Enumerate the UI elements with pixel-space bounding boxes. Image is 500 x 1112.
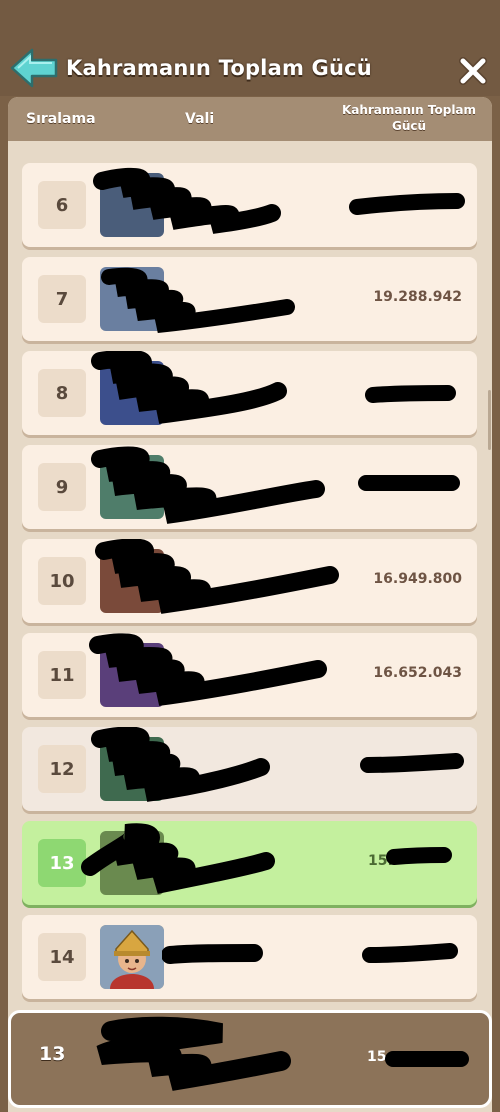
avatar bbox=[100, 267, 164, 331]
ranking-row-self[interactable]: 13 15. bbox=[22, 821, 477, 905]
avatar bbox=[100, 173, 164, 237]
scrollbar[interactable] bbox=[488, 390, 491, 450]
header-bar bbox=[0, 0, 500, 96]
avatar bbox=[100, 361, 164, 425]
rank-number: 13 bbox=[38, 839, 86, 887]
ranking-row[interactable]: 14 bbox=[22, 915, 477, 999]
rank-number: 14 bbox=[38, 933, 86, 981]
power-value: 19.288.942 bbox=[373, 289, 462, 305]
rank-number: 10 bbox=[38, 557, 86, 605]
avatar bbox=[100, 455, 164, 519]
avatar bbox=[100, 925, 164, 989]
arrow-left-icon bbox=[10, 48, 58, 88]
rank-number: 9 bbox=[38, 463, 86, 511]
power-value: 16.949.800 bbox=[373, 571, 462, 587]
avatar bbox=[100, 549, 164, 613]
close-icon bbox=[459, 57, 487, 85]
my-rank-number: 13 bbox=[39, 1043, 66, 1065]
column-header: Sıralama Vali Kahramanın Toplam Gücü bbox=[8, 97, 492, 141]
column-governor-label: Vali bbox=[185, 111, 215, 127]
avatar bbox=[100, 643, 164, 707]
page-title: Kahramanın Toplam Gücü bbox=[66, 56, 372, 80]
redaction-scribble bbox=[162, 943, 458, 964]
rank-number: 7 bbox=[38, 275, 86, 323]
back-button[interactable] bbox=[10, 47, 58, 89]
my-rank-row: 13 15 bbox=[8, 1010, 492, 1108]
ranking-row[interactable]: 6 bbox=[22, 163, 477, 247]
close-button[interactable] bbox=[458, 56, 488, 86]
rank-number: 11 bbox=[38, 651, 86, 699]
ranking-row[interactable]: 11 16.652.043 bbox=[22, 633, 477, 717]
avatar bbox=[100, 737, 164, 801]
rank-number: 8 bbox=[38, 369, 86, 417]
ranking-row[interactable]: 12 bbox=[22, 727, 477, 811]
ranking-row[interactable]: 7 19.288.942 bbox=[22, 257, 477, 341]
column-power-label: Kahramanın Toplam Gücü bbox=[341, 103, 477, 133]
hero-portrait-icon bbox=[100, 925, 164, 989]
column-rank-label: Sıralama bbox=[26, 111, 96, 127]
avatar bbox=[100, 831, 164, 895]
rank-number: 12 bbox=[38, 745, 86, 793]
rank-number: 6 bbox=[38, 181, 86, 229]
power-value: 15. bbox=[368, 853, 393, 869]
ranking-row[interactable]: 9 bbox=[22, 445, 477, 529]
ranking-row[interactable]: 10 16.949.800 bbox=[22, 539, 477, 623]
ranking-row[interactable]: 8 bbox=[22, 351, 477, 435]
my-power-value: 15 bbox=[367, 1049, 387, 1065]
redaction-scribble bbox=[96, 1016, 469, 1091]
power-value: 16.652.043 bbox=[373, 665, 462, 681]
